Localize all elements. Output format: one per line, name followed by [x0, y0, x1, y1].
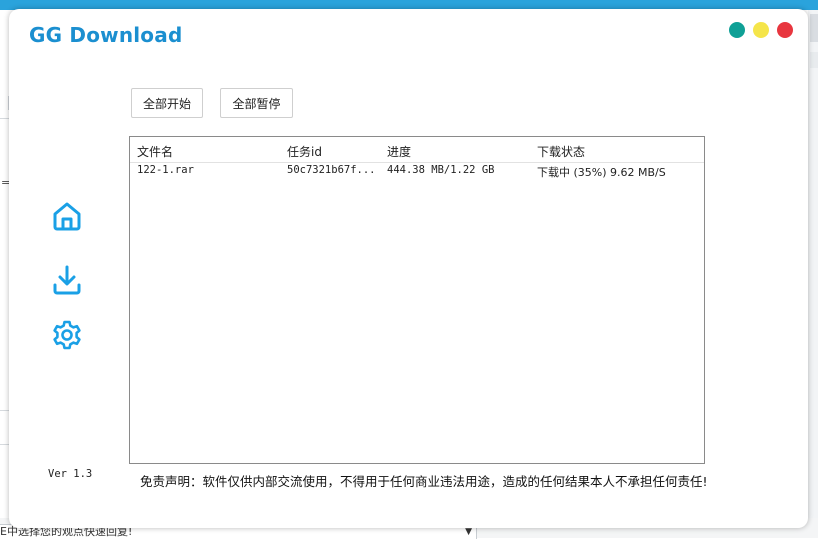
app-title: GG Download	[29, 23, 183, 47]
cell-task-id: 50c7321b67f...	[287, 164, 376, 176]
background-right-element	[810, 52, 818, 68]
table-row[interactable]: 122-1.rar 50c7321b67f... 444.38 MB/1.22 …	[130, 137, 704, 181]
cell-filename: 122-1.rar	[137, 164, 194, 176]
cell-progress: 444.38 MB/1.22 GB	[387, 164, 495, 176]
disclaimer-text: 免责声明：软件仅供内部交流使用，不得用于任何商业违法用途，造成的任何结果本人不承…	[140, 474, 708, 489]
pause-all-button[interactable]: 全部暂停	[220, 88, 293, 118]
window-minimize-button[interactable]	[729, 22, 745, 38]
download-task-table: 文件名 任务id 进度 下载状态 122-1.rar 50c7321b67f..…	[129, 136, 705, 464]
window-maximize-button[interactable]	[753, 22, 769, 38]
app-window: GG Download 全部开始 全部暂停 文件名 任务id 进度 下载状态 1…	[9, 9, 808, 528]
download-icon[interactable]	[51, 264, 83, 296]
start-all-button[interactable]: 全部开始	[131, 88, 203, 118]
background-divider	[0, 118, 9, 119]
background-left-field	[0, 96, 9, 110]
cell-status: 下载中 (35%) 9.62 MB/S	[537, 166, 666, 179]
background-right-button[interactable]	[810, 14, 818, 42]
home-icon[interactable]	[51, 200, 83, 232]
version-label: Ver 1.3	[48, 468, 93, 480]
window-close-button[interactable]	[777, 22, 793, 38]
gear-icon[interactable]	[51, 319, 83, 351]
background-divider	[0, 410, 9, 411]
background-divider	[0, 444, 9, 445]
background-right-panel	[808, 10, 818, 538]
